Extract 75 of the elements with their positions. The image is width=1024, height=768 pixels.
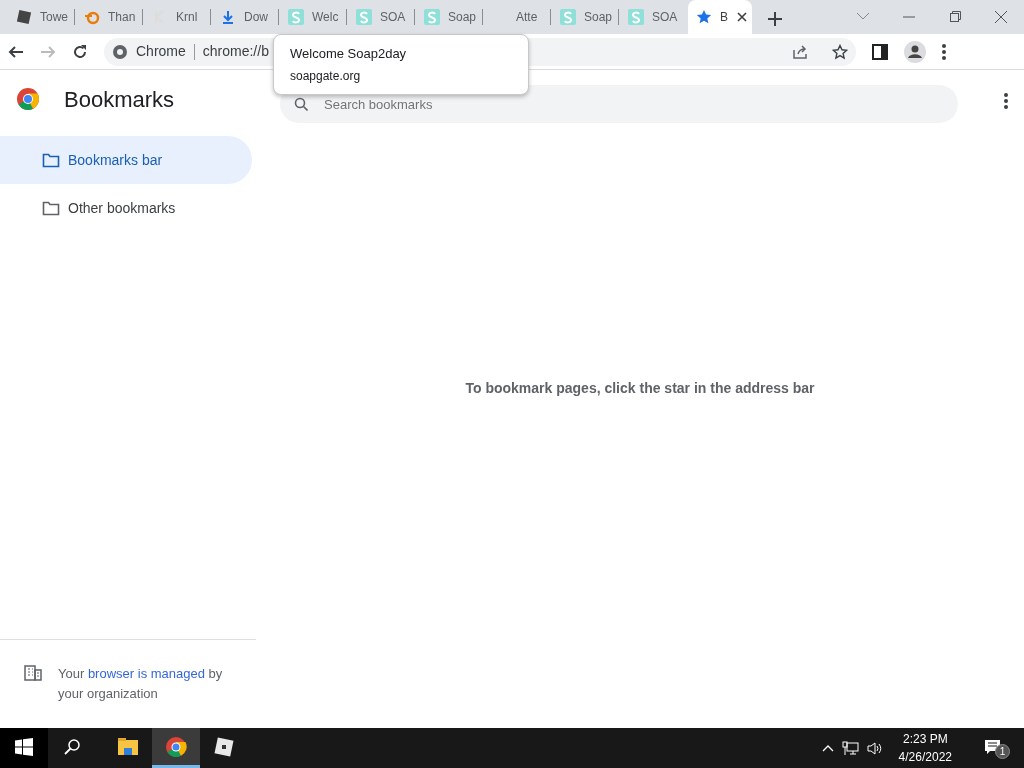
s-logo-icon — [424, 9, 440, 25]
s-logo-icon — [288, 9, 304, 25]
reload-icon[interactable] — [72, 43, 88, 60]
folder-icon — [42, 200, 60, 216]
tab-title: Welc — [312, 9, 339, 26]
chevron-up-icon[interactable] — [821, 743, 834, 753]
cube-icon — [213, 735, 235, 758]
browser-tab[interactable]: Soap — [552, 0, 620, 34]
restore-icon[interactable] — [948, 10, 962, 24]
tooltip-url: soapgate.org — [290, 68, 362, 86]
tab-title: Dow — [244, 9, 268, 26]
browser-tab[interactable]: Krnl — [144, 0, 212, 34]
clock-date: 4/26/2022 — [898, 749, 952, 766]
s-logo-icon — [560, 9, 576, 25]
browser-tab[interactable]: Dow — [212, 0, 280, 34]
notification-button[interactable]: 1 — [968, 728, 1016, 768]
browser-tab[interactable]: Atte — [484, 0, 552, 34]
building-icon — [24, 664, 42, 682]
more-icon[interactable] — [1004, 93, 1008, 109]
orbit-icon — [84, 9, 100, 25]
tab-title: SOA — [652, 9, 678, 26]
site-label: Chrome — [136, 42, 186, 61]
tab-title: Atte — [516, 9, 538, 26]
star-icon — [696, 9, 712, 25]
url-text: chrome://b — [202, 42, 269, 61]
tab-title: B — [720, 9, 728, 26]
menu-icon[interactable] — [942, 43, 946, 60]
chrome-logo-icon — [112, 43, 128, 60]
tab-title: Towe — [40, 9, 68, 26]
s-logo-icon — [356, 9, 372, 25]
clock[interactable]: 2:23 PM 4/26/2022 — [890, 730, 960, 766]
avatar-icon[interactable] — [904, 40, 926, 63]
browser-tab[interactable]: Than — [76, 0, 144, 34]
windows-icon — [15, 737, 33, 756]
tab-title: Soap — [584, 9, 613, 26]
tab-title: Soap — [448, 9, 477, 26]
search-icon — [64, 738, 80, 755]
network-icon[interactable] — [841, 740, 859, 756]
folder-item[interactable]: Bookmarks bar — [0, 136, 252, 184]
folder-item[interactable]: Other bookmarks — [0, 184, 252, 232]
tab-title: Krnl — [176, 9, 198, 26]
download-icon — [220, 9, 236, 25]
browser-tab[interactable]: Welc — [280, 0, 348, 34]
browser-tab[interactable]: SOA — [348, 0, 416, 34]
browser-tab[interactable]: B — [688, 0, 752, 34]
s-logo-icon — [628, 9, 644, 25]
notification-count: 1 — [995, 744, 1010, 759]
folder-icon — [117, 735, 139, 758]
tab-title: SOA — [380, 9, 406, 26]
close-icon[interactable] — [736, 11, 748, 23]
page-title: Bookmarks — [64, 85, 175, 114]
browser-tab[interactable]: Towe — [8, 0, 76, 34]
search-field[interactable]: Search bookmarks — [280, 85, 958, 123]
folder-icon — [42, 152, 60, 168]
cube-icon — [16, 9, 32, 25]
volume-icon[interactable] — [866, 740, 883, 756]
taskbar-app[interactable] — [152, 728, 200, 768]
browser-tab[interactable]: SOA — [620, 0, 688, 34]
clock-time: 2:23 PM — [901, 731, 949, 748]
close-icon[interactable] — [994, 10, 1008, 24]
star-icon[interactable] — [832, 43, 848, 60]
back-icon[interactable] — [8, 43, 24, 60]
side-panel-icon[interactable] — [872, 43, 888, 60]
share-icon[interactable] — [792, 43, 808, 60]
browser-tab[interactable]: Soap — [416, 0, 484, 34]
start-button[interactable] — [0, 728, 48, 768]
managed-link[interactable]: browser is managed — [87, 666, 205, 681]
chrome-logo-icon — [165, 735, 187, 758]
tooltip-title: Welcome Soap2day — [290, 44, 408, 63]
message-icon — [983, 738, 1001, 755]
empty-message: To bookmark pages, click the star in the address bar — [465, 378, 815, 398]
tab-title: Than — [108, 9, 136, 26]
chrome-logo-icon — [16, 87, 40, 111]
managed-notice: Your browser is managed by your organization — [58, 665, 224, 703]
plus-icon[interactable] — [768, 12, 782, 26]
